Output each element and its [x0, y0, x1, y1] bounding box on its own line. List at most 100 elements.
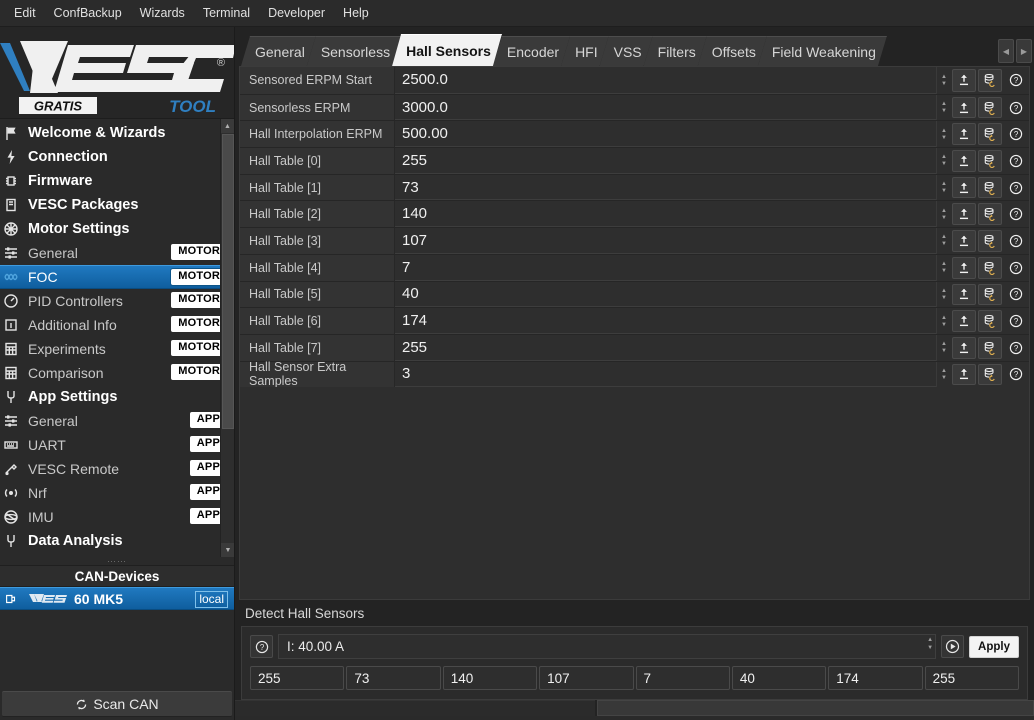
parameter-restore-default-button[interactable]: [978, 256, 1002, 279]
parameter-value-input[interactable]: 73: [395, 174, 936, 201]
parameter-stepper[interactable]: ▲ ▼: [936, 201, 951, 228]
sidebar-item-data-analysis[interactable]: Data Analysis: [0, 529, 234, 553]
parameter-restore-default-button[interactable]: [978, 96, 1002, 119]
can-device-row[interactable]: 60 MK5 local: [0, 587, 234, 610]
parameter-restore-default-button[interactable]: [978, 310, 1002, 332]
sidebar-item-connection[interactable]: Connection: [0, 145, 234, 169]
menu-item-confbackup[interactable]: ConfBackup: [46, 2, 130, 24]
parameter-restore-default-button[interactable]: [978, 203, 1002, 226]
sidebar-item-nrf[interactable]: Nrf APP: [0, 481, 234, 505]
tab-field-weakening[interactable]: Field Weakening: [758, 36, 887, 66]
parameter-upload-button[interactable]: [952, 123, 976, 146]
parameter-help-button[interactable]: ?: [1004, 230, 1028, 252]
detect-current-input[interactable]: I: 40.00 A ▲ ▼: [278, 634, 937, 659]
parameter-upload-button[interactable]: [952, 336, 976, 359]
parameter-stepper[interactable]: ▲ ▼: [936, 174, 951, 201]
scrollbar-thumb[interactable]: [222, 134, 234, 429]
parameter-restore-default-button[interactable]: [978, 69, 1002, 92]
parameter-upload-button[interactable]: [952, 310, 976, 332]
sidebar-item-motor-settings[interactable]: Motor Settings: [0, 217, 234, 241]
tab-encoder[interactable]: Encoder: [493, 36, 570, 66]
menu-item-wizards[interactable]: Wizards: [132, 2, 193, 24]
sidebar-item-experiments[interactable]: Experiments MOTOR: [0, 337, 234, 361]
menu-item-help[interactable]: Help: [335, 2, 377, 24]
parameter-stepper[interactable]: ▲ ▼: [936, 308, 951, 334]
detect-run-button[interactable]: [941, 635, 965, 658]
parameter-help-button[interactable]: ?: [1004, 177, 1028, 199]
parameter-stepper[interactable]: ▲ ▼: [936, 334, 951, 361]
parameter-stepper[interactable]: ▲ ▼: [936, 121, 951, 148]
parameter-help-button[interactable]: ?: [1004, 337, 1028, 359]
parameter-value-input[interactable]: 140: [395, 201, 936, 228]
parameter-stepper[interactable]: ▲ ▼: [936, 94, 951, 121]
menu-item-developer[interactable]: Developer: [260, 2, 333, 24]
sidebar-item-uart[interactable]: UART APP: [0, 433, 234, 457]
parameter-value-input[interactable]: 174: [395, 308, 936, 334]
sidebar-item-vesc-remote[interactable]: VESC Remote APP: [0, 457, 234, 481]
parameter-upload-button[interactable]: [952, 150, 976, 172]
parameter-upload-button[interactable]: [952, 230, 976, 252]
sidebar-item-welcome-wizards[interactable]: Welcome & Wizards: [0, 121, 234, 145]
tab-offsets[interactable]: Offsets: [698, 36, 767, 66]
parameter-value-input[interactable]: 3000.0: [395, 94, 936, 121]
tab-scroll-controls[interactable]: ◀ ▶: [998, 39, 1032, 63]
parameter-value-input[interactable]: 7: [395, 254, 936, 281]
parameter-help-button[interactable]: ?: [1004, 364, 1028, 386]
tab-scroll-right-icon[interactable]: ▶: [1016, 39, 1032, 63]
parameter-help-button[interactable]: ?: [1004, 123, 1028, 145]
parameter-upload-button[interactable]: [952, 96, 976, 119]
parameter-upload-button[interactable]: [952, 203, 976, 226]
parameter-help-button[interactable]: ?: [1004, 310, 1028, 332]
parameter-restore-default-button[interactable]: [978, 230, 1002, 252]
splitter-handle[interactable]: ⋯⋯: [0, 556, 234, 566]
parameter-stepper[interactable]: ▲ ▼: [936, 67, 951, 94]
parameter-stepper[interactable]: ▲ ▼: [936, 281, 951, 308]
parameter-value-input[interactable]: 2500.0: [395, 67, 936, 94]
parameter-upload-button[interactable]: [952, 363, 976, 386]
parameter-upload-button[interactable]: [952, 176, 976, 199]
sidebar-item-vesc-packages[interactable]: VESC Packages: [0, 193, 234, 217]
tab-hall-sensors[interactable]: Hall Sensors: [392, 34, 502, 66]
tab-general[interactable]: General: [241, 36, 316, 66]
parameter-help-button[interactable]: ?: [1004, 69, 1028, 92]
tab-filters[interactable]: Filters: [644, 36, 707, 66]
sidebar-item-comparison[interactable]: Comparison MOTOR: [0, 361, 234, 385]
parameter-restore-default-button[interactable]: [978, 336, 1002, 359]
apply-button[interactable]: Apply: [969, 635, 1019, 658]
scroll-up-arrow[interactable]: ▲: [221, 119, 234, 133]
parameter-stepper[interactable]: ▲ ▼: [936, 148, 951, 174]
parameter-value-input[interactable]: 255: [395, 334, 936, 361]
parameter-restore-default-button[interactable]: [978, 363, 1002, 386]
parameter-help-button[interactable]: ?: [1004, 257, 1028, 279]
parameter-stepper[interactable]: ▲ ▼: [936, 254, 951, 281]
parameter-value-input[interactable]: 3: [395, 361, 936, 388]
sidebar-item-additional-info[interactable]: Additional Info MOTOR: [0, 313, 234, 337]
sidebar-item-general[interactable]: General MOTOR: [0, 241, 234, 265]
parameter-value-input[interactable]: 255: [395, 148, 936, 174]
menu-item-terminal[interactable]: Terminal: [195, 2, 258, 24]
sidebar-item-pid-controllers[interactable]: PID Controllers MOTOR: [0, 289, 234, 313]
parameter-help-button[interactable]: ?: [1004, 150, 1028, 172]
parameter-upload-button[interactable]: [952, 69, 976, 92]
parameter-upload-button[interactable]: [952, 256, 976, 279]
parameter-stepper[interactable]: ▲ ▼: [936, 361, 951, 388]
scroll-down-arrow[interactable]: ▼: [221, 543, 234, 557]
parameter-help-button[interactable]: ?: [1004, 97, 1028, 119]
detect-help-button[interactable]: ?: [250, 635, 273, 658]
tab-vss[interactable]: VSS: [600, 36, 653, 66]
tab-scroll-left-icon[interactable]: ◀: [998, 39, 1014, 63]
sidebar-item-app-settings[interactable]: App Settings: [0, 385, 234, 409]
parameter-value-input[interactable]: 500.00: [395, 121, 936, 148]
parameter-restore-default-button[interactable]: [978, 283, 1002, 306]
sidebar-item-general[interactable]: General APP: [0, 409, 234, 433]
sidebar-item-foc[interactable]: FOC MOTOR: [0, 265, 234, 289]
detect-current-stepper[interactable]: ▲ ▼: [927, 637, 933, 652]
sidebar-item-imu[interactable]: IMU APP: [0, 505, 234, 529]
parameter-help-button[interactable]: ?: [1004, 203, 1028, 225]
sidebar-item-firmware[interactable]: Firmware: [0, 169, 234, 193]
parameter-restore-default-button[interactable]: [978, 150, 1002, 172]
sidebar-scrollbar[interactable]: ▲ ▼: [220, 119, 234, 557]
parameter-restore-default-button[interactable]: [978, 176, 1002, 199]
tab-sensorless[interactable]: Sensorless: [307, 36, 401, 66]
menu-item-edit[interactable]: Edit: [6, 2, 44, 24]
